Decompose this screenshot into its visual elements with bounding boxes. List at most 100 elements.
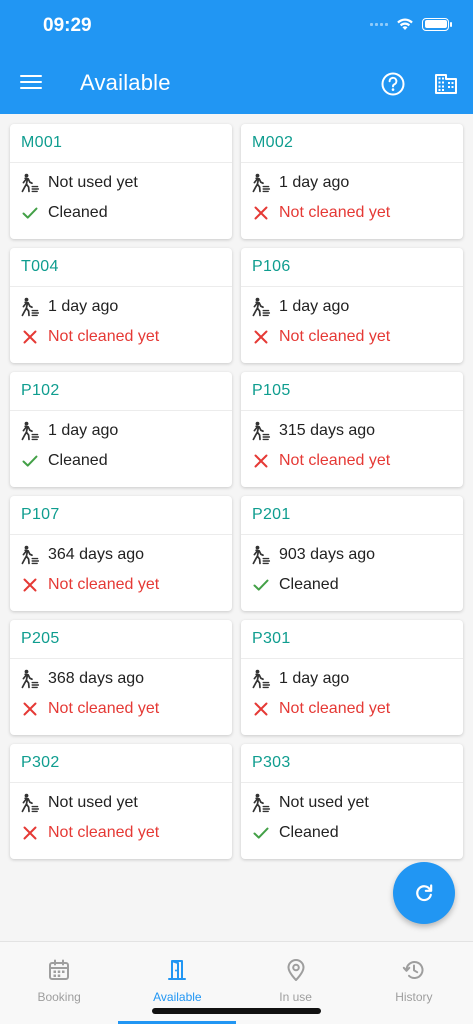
clean-status-row: Not cleaned yet <box>10 818 232 848</box>
cross-icon <box>251 203 271 223</box>
help-icon[interactable] <box>380 71 406 97</box>
person-walking-icon <box>251 793 271 813</box>
person-walking-icon <box>251 545 271 565</box>
person-walking-icon <box>251 421 271 441</box>
person-walking-icon <box>20 421 40 441</box>
refresh-button[interactable] <box>393 862 455 924</box>
room-card[interactable]: P105 315 days ago Not cleaned yet <box>241 372 463 487</box>
status-time: 09:29 <box>43 15 92 36</box>
nav-label-history: History <box>395 990 433 1004</box>
last-used-text: 903 days ago <box>279 546 376 563</box>
clean-status-row: Cleaned <box>241 570 463 600</box>
room-code: P205 <box>10 620 232 659</box>
wifi-icon <box>397 18 413 30</box>
person-walking-icon <box>20 545 40 565</box>
app-header: 09:29 Available <box>0 0 473 114</box>
person-walking-icon <box>251 173 271 193</box>
room-card[interactable]: P302 Not used yet Not cleaned yet <box>10 744 232 859</box>
room-card[interactable]: P205 368 days ago Not cleaned yet <box>10 620 232 735</box>
building-icon[interactable] <box>434 72 458 96</box>
nav-history[interactable]: History <box>355 942 473 1024</box>
clean-status-text: Not cleaned yet <box>279 204 391 221</box>
last-used-text: 1 day ago <box>48 422 119 439</box>
last-used-row: Not used yet <box>10 168 232 198</box>
cross-icon <box>20 699 40 719</box>
last-used-row: Not used yet <box>10 788 232 818</box>
last-used-text: Not used yet <box>48 794 138 811</box>
door-icon <box>168 960 187 980</box>
clean-status-text: Cleaned <box>279 824 339 841</box>
last-used-row: 1 day ago <box>241 168 463 198</box>
room-code: M002 <box>241 124 463 163</box>
person-walking-icon <box>251 297 271 317</box>
clean-status-row: Cleaned <box>10 198 232 228</box>
room-card[interactable]: P102 1 day ago Cleaned <box>10 372 232 487</box>
nav-label-booking: Booking <box>37 990 81 1004</box>
checkmark-icon <box>20 203 40 223</box>
clean-status-row: Not cleaned yet <box>10 570 232 600</box>
clean-status-text: Not cleaned yet <box>48 576 160 593</box>
last-used-row: 1 day ago <box>10 292 232 322</box>
room-card[interactable]: P107 364 days ago Not cleaned yet <box>10 496 232 611</box>
menu-button[interactable] <box>19 71 43 95</box>
clean-status-row: Not cleaned yet <box>241 446 463 476</box>
last-used-text: 1 day ago <box>48 298 119 315</box>
clean-status-text: Cleaned <box>48 452 108 469</box>
room-code: P107 <box>10 496 232 535</box>
clean-status-text: Not cleaned yet <box>279 452 391 469</box>
cross-icon <box>251 451 271 471</box>
room-code: M001 <box>10 124 232 163</box>
last-used-text: Not used yet <box>48 174 138 191</box>
calendar-icon <box>49 959 70 980</box>
room-card[interactable]: P106 1 day ago Not cleaned yet <box>241 248 463 363</box>
cellular-signal-icon <box>370 22 388 26</box>
nav-booking[interactable]: Booking <box>0 942 118 1024</box>
last-used-text: 368 days ago <box>48 670 145 687</box>
last-used-row: 368 days ago <box>10 664 232 694</box>
person-walking-icon <box>20 173 40 193</box>
clean-status-text: Not cleaned yet <box>48 700 160 717</box>
cross-icon <box>251 699 271 719</box>
page-title: Available <box>80 70 171 95</box>
clean-status-row: Not cleaned yet <box>241 694 463 724</box>
room-code: P201 <box>241 496 463 535</box>
room-card[interactable]: T004 1 day ago Not cleaned yet <box>10 248 232 363</box>
status-icons <box>370 17 452 31</box>
last-used-text: 364 days ago <box>48 546 145 563</box>
room-grid: M001 Not used yet Cleaned M002 1 day ago Not … <box>10 124 463 859</box>
room-card[interactable]: M001 Not used yet Cleaned <box>10 124 232 239</box>
room-code: P105 <box>241 372 463 411</box>
room-code: P102 <box>10 372 232 411</box>
last-used-text: 315 days ago <box>279 422 376 439</box>
room-card[interactable]: P301 1 day ago Not cleaned yet <box>241 620 463 735</box>
last-used-row: 1 day ago <box>241 664 463 694</box>
history-icon <box>402 961 424 979</box>
clean-status-row: Not cleaned yet <box>10 322 232 352</box>
last-used-text: 1 day ago <box>279 670 350 687</box>
room-card[interactable]: P303 Not used yet Cleaned <box>241 744 463 859</box>
room-card[interactable]: P201 903 days ago Cleaned <box>241 496 463 611</box>
home-indicator <box>152 1008 321 1014</box>
last-used-row: 1 day ago <box>10 416 232 446</box>
refresh-icon <box>416 884 433 902</box>
clean-status-row: Cleaned <box>10 446 232 476</box>
clean-status-text: Not cleaned yet <box>48 824 160 841</box>
last-used-text: 1 day ago <box>279 174 350 191</box>
person-walking-icon <box>20 669 40 689</box>
room-card[interactable]: M002 1 day ago Not cleaned yet <box>241 124 463 239</box>
room-code: P301 <box>241 620 463 659</box>
nav-label-available: Available <box>153 990 202 1004</box>
nav-label-in-use: In use <box>279 990 312 1004</box>
last-used-text: Not used yet <box>279 794 369 811</box>
checkmark-icon <box>251 823 271 843</box>
checkmark-icon <box>251 575 271 595</box>
clean-status-row: Not cleaned yet <box>241 322 463 352</box>
room-code: P302 <box>10 744 232 783</box>
clean-status-text: Not cleaned yet <box>48 328 160 345</box>
clean-status-text: Not cleaned yet <box>279 328 391 345</box>
clean-status-row: Cleaned <box>241 818 463 848</box>
cross-icon <box>251 327 271 347</box>
person-walking-icon <box>20 793 40 813</box>
cross-icon <box>20 327 40 347</box>
battery-icon <box>422 17 452 31</box>
